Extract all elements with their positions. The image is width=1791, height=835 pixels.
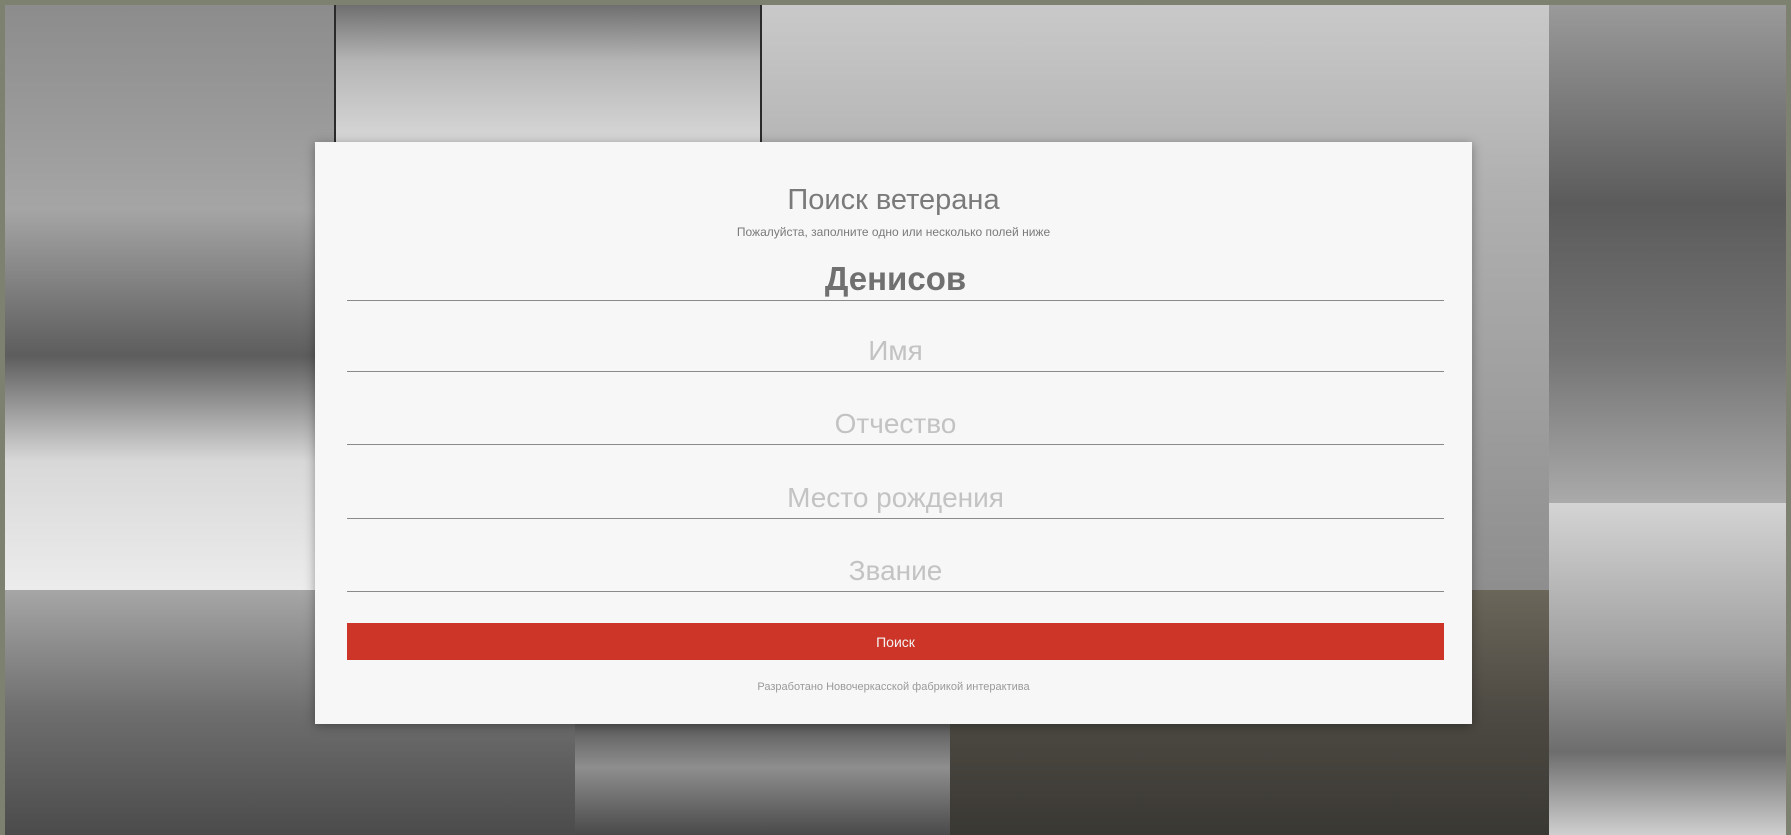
surname-field[interactable] [347, 258, 1444, 301]
background-photo-kremlin-parade [1549, 503, 1786, 835]
patronymic-field[interactable] [347, 404, 1444, 445]
developer-credits: Разработано Новочеркасской фабрикой инте… [757, 681, 1030, 693]
name-field[interactable] [347, 331, 1444, 372]
veteran-search-card: Поиск ветерана Пожалуйста, заполните одн… [315, 142, 1472, 724]
birthplace-field[interactable] [347, 478, 1444, 519]
background-photo-logs-field [335, 5, 761, 145]
background-photo-winter-soldiers [5, 5, 335, 590]
background-photo-soldiers-logs [1549, 5, 1786, 503]
collage-divider [334, 5, 336, 145]
rank-field[interactable] [347, 551, 1444, 592]
search-button[interactable]: Поиск [347, 623, 1444, 660]
collage-divider [760, 5, 762, 145]
form-instructions: Пожалуйста, заполните одно или несколько… [736, 225, 1051, 239]
page-title: Поиск ветерана [787, 184, 1000, 216]
